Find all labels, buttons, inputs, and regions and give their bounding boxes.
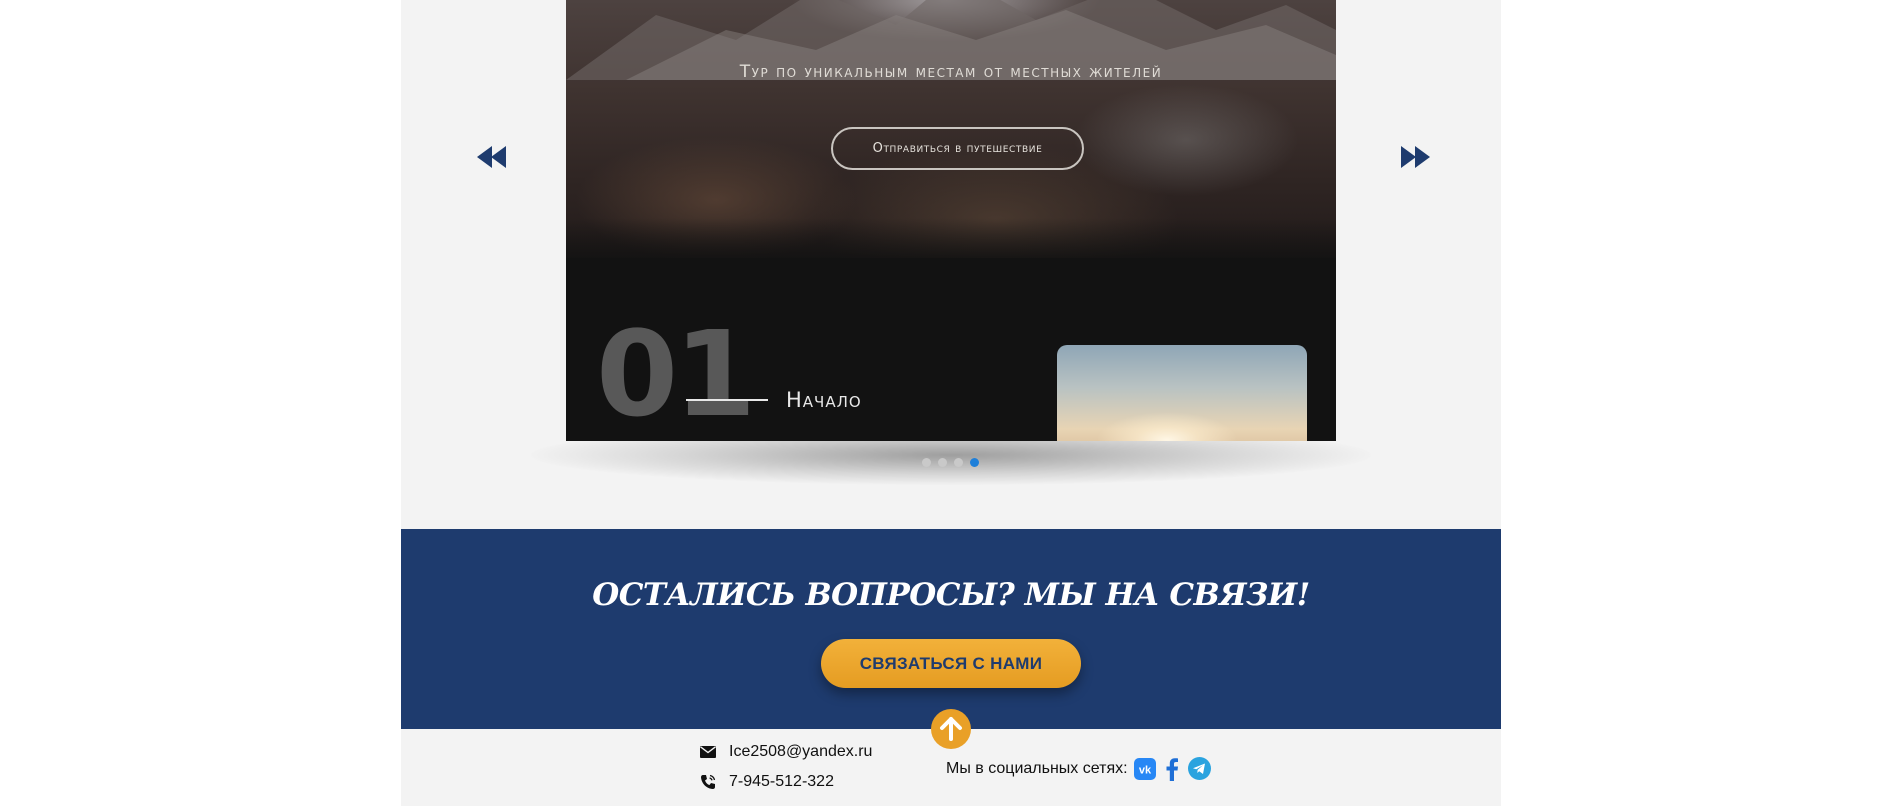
contact-us-button[interactable]: СВЯЗАТЬСЯ С НАМИ — [821, 639, 1081, 688]
slide-divider-line — [686, 399, 768, 401]
phone-icon — [699, 774, 717, 790]
contact-title: ОСТАЛИСЬ ВОПРОСЫ? МЫ НА СВЯЗИ! — [592, 577, 1310, 613]
main-content: Тур по уникальным местам от местных жите… — [401, 0, 1501, 806]
slider-dot[interactable] — [922, 458, 931, 467]
footer-phone: 7-945-512-322 — [699, 773, 834, 791]
vk-icon[interactable]: vk — [1134, 757, 1157, 780]
page: Тур по уникальным местам от местных жите… — [0, 0, 1892, 806]
slider-dot[interactable] — [938, 458, 947, 467]
slider-dot-active[interactable] — [970, 458, 979, 467]
social-icons: vk — [1134, 757, 1211, 781]
arrow-up-icon — [940, 717, 962, 741]
slider-dots — [922, 458, 979, 467]
double-chevron-left-icon[interactable] — [477, 146, 513, 168]
contact-band: ОСТАЛИСЬ ВОПРОСЫ? МЫ НА СВЯЗИ! СВЯЗАТЬСЯ… — [401, 529, 1501, 729]
envelope-icon — [699, 744, 717, 760]
scroll-up-button[interactable] — [931, 709, 971, 749]
slide-number: 01 — [596, 305, 756, 441]
footer-email: Ice2508@yandex.ru — [699, 743, 872, 761]
slide-photo — [1057, 345, 1307, 441]
slide-section-label: Начало — [786, 388, 862, 412]
telegram-icon[interactable] — [1187, 757, 1211, 780]
svg-text:vk: vk — [1139, 764, 1152, 776]
slide-subtitle: Тур по уникальным местам от местных жите… — [739, 62, 1163, 82]
slider-slide: Тур по уникальным местам от местных жите… — [566, 0, 1336, 441]
slider-dot[interactable] — [954, 458, 963, 467]
phone-link[interactable]: 7-945-512-322 — [729, 773, 834, 791]
double-chevron-right-icon[interactable] — [1394, 146, 1430, 168]
email-link[interactable]: Ice2508@yandex.ru — [729, 743, 872, 761]
social-label: Мы в социальных сетях: — [946, 759, 1128, 777]
facebook-icon[interactable] — [1161, 757, 1184, 781]
footer-social: Мы в социальных сетях: vk — [946, 757, 1211, 781]
start-journey-button[interactable]: Отправиться в путешествие — [831, 127, 1084, 170]
